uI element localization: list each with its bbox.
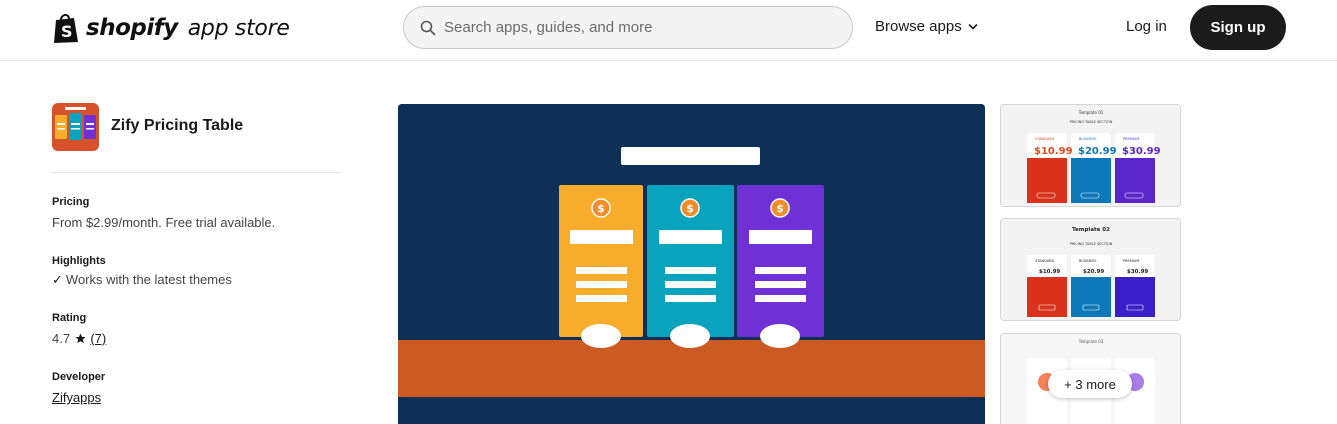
chevron-down-icon	[968, 23, 978, 30]
thumb2-price-1: $10.99	[1039, 269, 1060, 275]
pricing-label: Pricing	[52, 196, 90, 208]
more-screenshots-button[interactable]: + 3 more	[1048, 370, 1132, 398]
shopify-app-store-logo[interactable]: S shopify app store	[52, 12, 290, 44]
thumb2-plan-3: PREMIUM	[1123, 259, 1139, 263]
browse-apps-dropdown[interactable]: Browse apps	[875, 18, 978, 35]
thumb2-plan-1: STANDARD	[1035, 259, 1055, 263]
rating-label: Rating	[52, 312, 87, 324]
thumb1-plan-1: STANDARD	[1035, 137, 1055, 141]
app-title: Zify Pricing Table	[111, 117, 244, 134]
brand-suffix: app store	[187, 15, 290, 41]
thumbnail-1-preview: Template 01 PRICING TABLE SECTION STANDA…	[1001, 105, 1180, 206]
highlight-text: Works with the latest themes	[65, 272, 232, 287]
thumb2-price-2: $20.99	[1083, 269, 1104, 275]
top-header: S shopify app store Browse apps Log in S…	[0, 0, 1337, 61]
svg-text:S: S	[61, 22, 73, 41]
thumb1-price-3: $30.99	[1122, 146, 1161, 157]
thumb1-subtitle: PRICING TABLE SECTION	[1070, 120, 1113, 124]
pricing-value: From $2.99/month. Free trial available.	[52, 215, 276, 230]
screenshot-thumbnail-1[interactable]: Template 01 PRICING TABLE SECTION STANDA…	[1000, 104, 1181, 207]
thumb2-plan-2: BUSINESS	[1079, 259, 1097, 263]
shopify-bag-icon: S	[54, 14, 78, 43]
screenshot-thumbnail-2[interactable]: Template 02 PRICING TABLE SECTION STANDA…	[1000, 218, 1181, 321]
app-hero-image[interactable]: $ $ $	[398, 104, 985, 424]
svg-text:$: $	[776, 202, 784, 215]
search-input[interactable]	[444, 7, 839, 48]
highlight-item: ✓ Works with the latest themes	[52, 272, 232, 288]
thumb1-plan-2: BUSINESS	[1079, 137, 1097, 141]
thumbnail-2-preview: Template 02 PRICING TABLE SECTION STANDA…	[1001, 219, 1180, 320]
rating-count-link[interactable]: (7)	[90, 331, 106, 346]
thumb2-title: Template 02	[1072, 227, 1110, 233]
developer-link[interactable]: Zifyapps	[52, 390, 101, 405]
search-icon	[420, 20, 436, 36]
thumb1-title: Template 01	[1078, 110, 1104, 115]
highlights-label: Highlights	[52, 255, 106, 267]
sidebar-divider	[52, 172, 340, 173]
thumb2-subtitle: PRICING TABLE SECTION	[1070, 242, 1113, 246]
signup-button[interactable]: Sign up	[1190, 5, 1286, 50]
search-bar[interactable]	[403, 6, 853, 49]
svg-text:$: $	[597, 202, 605, 215]
thumb1-price-2: $20.99	[1078, 146, 1117, 157]
browse-apps-label: Browse apps	[875, 18, 962, 35]
star-icon	[75, 333, 86, 344]
thumb1-plan-3: PREMIUM	[1123, 137, 1139, 141]
thumb2-price-3: $30.99	[1127, 269, 1148, 275]
checkmark-icon: ✓	[52, 272, 63, 287]
login-link[interactable]: Log in	[1126, 18, 1167, 35]
hero-illustration: $ $ $	[398, 104, 985, 424]
app-icon	[52, 103, 99, 151]
brand-name: shopify	[86, 15, 178, 41]
thumb3-title: Template 03	[1078, 339, 1104, 344]
developer-label: Developer	[52, 371, 106, 383]
rating-row: 4.7 (7)	[52, 331, 106, 346]
svg-text:$: $	[686, 202, 694, 215]
thumb1-price-1: $10.99	[1034, 146, 1073, 157]
rating-value: 4.7	[52, 331, 71, 346]
